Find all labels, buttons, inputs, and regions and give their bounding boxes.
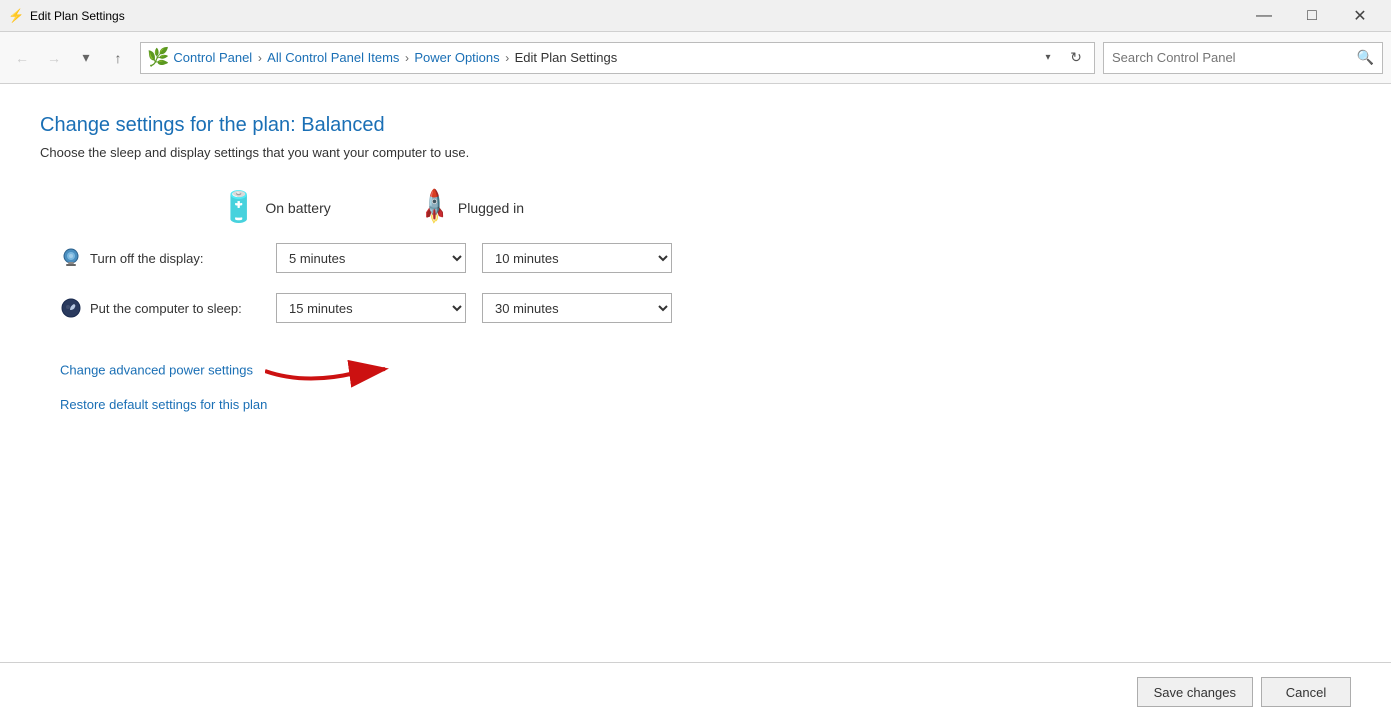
breadcrumb-all-items[interactable]: All Control Panel Items [267, 50, 399, 65]
plugged-column-label: Plugged in [458, 200, 524, 216]
breadcrumb-control-panel[interactable]: Control Panel [173, 50, 252, 65]
breadcrumb-sep-3: › [505, 51, 512, 65]
save-changes-button[interactable]: Save changes [1137, 677, 1253, 707]
battery-column-label: On battery [265, 200, 330, 216]
plugged-column-header: 🚀 Plugged in [420, 193, 620, 222]
content-area: Change settings for the plan: Balanced C… [0, 84, 1391, 662]
settings-grid: Turn off the display: 1 minute 2 minutes… [60, 243, 1351, 323]
close-button[interactable]: ✕ [1337, 0, 1383, 32]
pluggedin-icon: 🚀 [414, 187, 456, 229]
forward-button[interactable]: → [40, 44, 68, 72]
search-bar: 🔍 [1103, 42, 1383, 74]
sleep-setting-row: Put the computer to sleep: 1 minute 2 mi… [60, 293, 1351, 323]
refresh-button[interactable]: ↻ [1064, 43, 1088, 73]
back-button[interactable]: ← [8, 44, 36, 72]
sleep-icon [60, 297, 82, 319]
maximize-button[interactable]: □ [1289, 0, 1335, 32]
sleep-battery-select[interactable]: 1 minute 2 minutes 5 minutes 10 minutes … [276, 293, 466, 323]
page-subtitle: Choose the sleep and display settings th… [40, 145, 1351, 160]
display-battery-select[interactable]: 1 minute 2 minutes 3 minutes 5 minutes 1… [276, 243, 466, 273]
display-setting-label: Turn off the display: [90, 251, 203, 266]
breadcrumb-sep-1: › [258, 51, 265, 65]
main-content: Change settings for the plan: Balanced C… [0, 84, 1391, 721]
address-dropdown-button[interactable]: ▾ [1036, 43, 1060, 73]
title-bar: ⚡ Edit Plan Settings — □ ✕ [0, 0, 1391, 32]
dropdown-button[interactable]: ▾ [72, 44, 100, 72]
sleep-plugged-select[interactable]: 1 minute 2 minutes 5 minutes 10 minutes … [482, 293, 672, 323]
window-title: Edit Plan Settings [30, 9, 1241, 23]
display-icon [60, 247, 82, 269]
address-bar: 🌿 Control Panel › All Control Panel Item… [140, 42, 1095, 74]
minimize-button[interactable]: — [1241, 0, 1287, 32]
display-setting-row: Turn off the display: 1 minute 2 minutes… [60, 243, 1351, 273]
restore-defaults-link[interactable]: Restore default settings for this plan [60, 397, 1351, 412]
advanced-settings-link[interactable]: Change advanced power settings [60, 353, 1351, 389]
page-title: Change settings for the plan: Balanced [40, 114, 1351, 137]
advanced-settings-label: Change advanced power settings [60, 362, 253, 377]
window-controls: — □ ✕ [1241, 0, 1383, 32]
breadcrumb-sep-2: › [405, 51, 412, 65]
sleep-label-area: Put the computer to sleep: [60, 297, 260, 319]
column-headers: 🔋 On battery 🚀 Plugged in [220, 190, 1351, 225]
sleep-setting-label: Put the computer to sleep: [90, 301, 242, 316]
breadcrumb-current: Edit Plan Settings [515, 50, 618, 65]
nav-bar: ← → ▾ ↑ 🌿 Control Panel › All Control Pa… [0, 32, 1391, 84]
display-plugged-select[interactable]: 1 minute 2 minutes 5 minutes 10 minutes … [482, 243, 672, 273]
breadcrumb-power-options[interactable]: Power Options [414, 50, 499, 65]
battery-column-header: 🔋 On battery [220, 190, 420, 225]
up-button[interactable]: ↑ [104, 44, 132, 72]
search-input[interactable] [1112, 50, 1353, 65]
red-arrow [265, 353, 395, 389]
bottom-bar: Save changes Cancel [0, 663, 1391, 721]
display-label-area: Turn off the display: [60, 247, 260, 269]
search-icon: 🔍 [1357, 49, 1374, 66]
address-text: Control Panel › All Control Panel Items … [173, 50, 1032, 65]
window-icon: ⚡ [8, 8, 24, 24]
links-area: Change advanced power settings Restore d… [60, 353, 1351, 412]
battery-icon: 🔋 [220, 190, 257, 225]
cancel-button[interactable]: Cancel [1261, 677, 1351, 707]
address-icon: 🌿 [147, 47, 169, 68]
